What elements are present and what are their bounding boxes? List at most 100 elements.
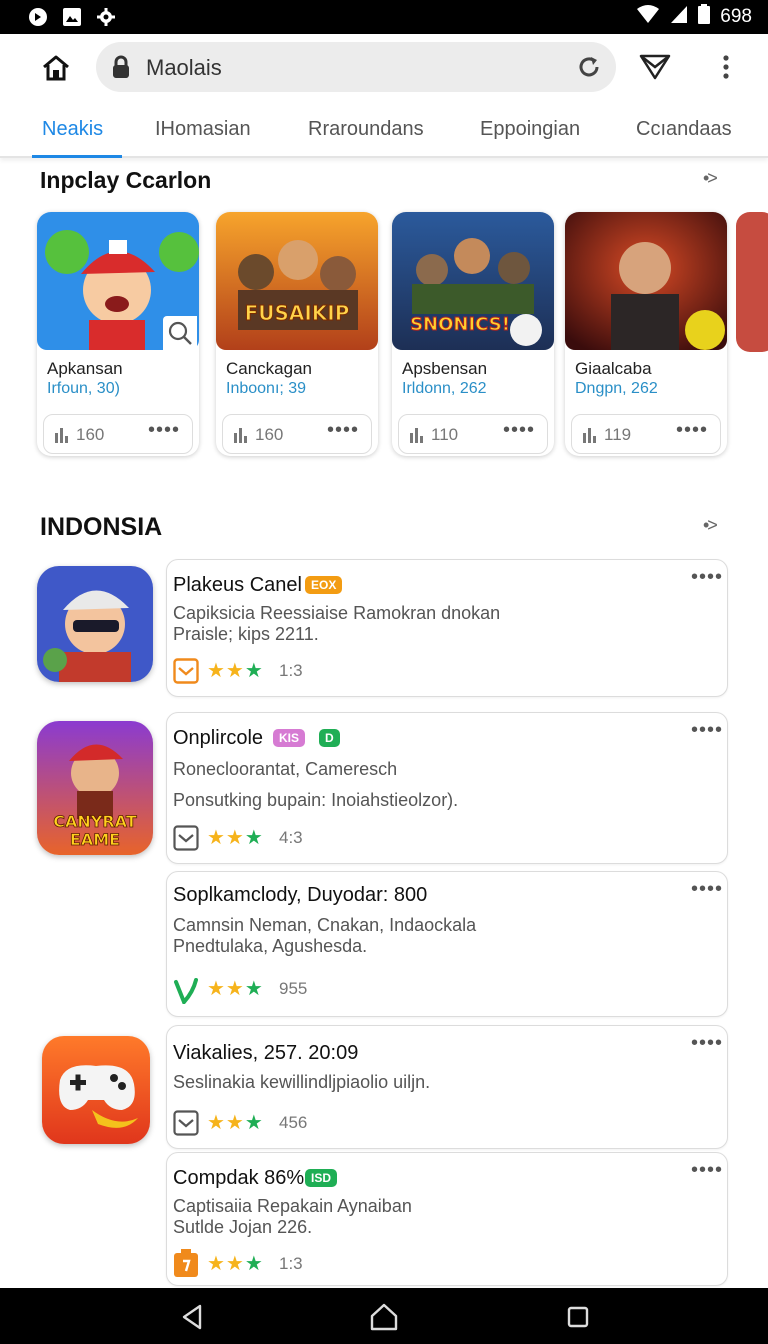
rating-stars: ★★★	[207, 1112, 264, 1134]
game-card-title: Apsbensan	[402, 359, 488, 378]
game-card[interactable]: FUSAIKIP Canckagan Inboonı; 39 160 ••••	[216, 212, 378, 456]
list-item-desc: Ronecloorantat, Cameresch	[173, 759, 398, 779]
wifi-icon	[636, 4, 660, 30]
game-card-stat-value: 119	[604, 425, 632, 444]
list-item[interactable]: Onplircole KIS D •••• Ronecloorantat, Ca…	[166, 712, 728, 864]
game-card-subtitle: Dngpn, 262	[575, 380, 658, 397]
rating-value: 955	[279, 979, 308, 998]
vine-icon[interactable]	[173, 976, 199, 1006]
list-item[interactable]: Compdak 86% ISD •••• Captisaiia Repakain…	[166, 1152, 728, 1286]
rating-value: 1:3	[279, 661, 303, 680]
more-dots-icon[interactable]: ••••	[327, 419, 359, 442]
section-title-featured: Inpclay Ccarlon	[40, 167, 212, 193]
stats-bars-icon	[55, 427, 69, 443]
stats-bars-icon	[234, 427, 248, 443]
list-item[interactable]: Viakalies, 257. 20:09 •••• Seslinakia ke…	[166, 1025, 728, 1149]
address-bar[interactable]: Maolais	[96, 42, 616, 92]
home-nav-icon[interactable]	[369, 1302, 399, 1332]
list-item-title: Compdak 86%	[173, 1167, 305, 1189]
rating-stars: ★★★	[207, 660, 264, 682]
tab-rraroundans[interactable]: Rraroundans	[308, 118, 424, 141]
reload-icon[interactable]	[576, 54, 602, 80]
section-more-arrow[interactable]: •>	[703, 515, 718, 536]
app-icon-text: CANYRAT	[53, 812, 137, 831]
tag-icon[interactable]	[173, 1249, 199, 1277]
game-card-title: Giaalcaba	[575, 359, 652, 378]
settings-icon	[96, 7, 116, 27]
rating-stars: ★★★	[207, 827, 264, 849]
tab-neakis[interactable]: Neakis	[42, 118, 103, 141]
signal-icon	[670, 4, 688, 30]
game-card-subtitle: Irfoun, 30)	[47, 380, 120, 397]
notification-icon	[28, 7, 48, 27]
stats-bars-icon	[410, 427, 424, 443]
more-dots-icon[interactable]: ••••	[148, 419, 180, 442]
list-item-title: Viakalies, 257. 20:09	[173, 1042, 359, 1064]
more-dots-icon[interactable]: ••••	[676, 419, 708, 442]
more-dots-icon[interactable]: ••••	[691, 566, 723, 589]
game-card-partial[interactable]	[736, 212, 768, 352]
game-thumbnail	[565, 212, 727, 350]
lock-icon	[110, 55, 132, 79]
stats-bars-icon	[583, 427, 597, 443]
gamepad-app-icon[interactable]	[42, 1036, 150, 1144]
list-item-desc: Capiksicia Reessiaise Ramokran dnokan	[173, 603, 501, 623]
list-item-badge: ISD	[305, 1169, 338, 1187]
list-item[interactable]: Soplkamclody, Duyodar: 800 •••• Camnsin …	[166, 871, 728, 1017]
list-item-title: Plakeus Canel	[173, 574, 302, 596]
rating-value: 456	[279, 1113, 308, 1132]
checkbox-icon[interactable]	[173, 1110, 199, 1136]
game-card-stats: 160 ••••	[43, 414, 193, 454]
game-card-subtitle: Irldonn, 262	[402, 380, 487, 397]
section-more-arrow[interactable]: •>	[703, 168, 718, 189]
more-dots-icon[interactable]: ••••	[691, 1159, 723, 1182]
tab-ccandaas[interactable]: Ccıandaas	[636, 118, 732, 141]
list-item-desc: Pnedtulaka, Agushesda.	[173, 936, 368, 956]
rating-value: 4:3	[279, 828, 303, 847]
home-icon[interactable]	[40, 52, 72, 84]
system-nav-bar	[0, 1288, 768, 1344]
battery-icon	[698, 4, 711, 30]
game-card[interactable]: Apkansan Irfoun, 30) 160 ••••	[37, 212, 199, 456]
zoom-icon[interactable]	[163, 316, 197, 350]
checkbox-icon[interactable]	[173, 658, 199, 684]
game-card-title: Apkansan	[47, 359, 123, 378]
list-item-title: Soplkamclody, Duyodar: 800	[173, 884, 428, 906]
game-card[interactable]: SNONICS! Apsbensan Irldonn, 262 110 ••••	[392, 212, 554, 456]
rating-stars: ★★★	[207, 978, 264, 1000]
list-item-desc: Ponsutking bupain: Inoiahstieolzor).	[173, 790, 459, 810]
tab-eppoingian[interactable]: Eppoingian	[480, 118, 580, 141]
app-icon[interactable]	[37, 566, 153, 682]
more-dots-icon[interactable]: ••••	[691, 1032, 723, 1055]
active-tab-indicator	[32, 155, 122, 158]
rating-value: 1:3	[279, 1254, 303, 1273]
list-item[interactable]: Plakeus Canel EOX •••• Capiksicia Reessi…	[166, 559, 728, 697]
rating-stars: ★★★	[207, 1253, 264, 1275]
more-dots-icon[interactable]: ••••	[503, 419, 535, 442]
recents-icon[interactable]	[563, 1302, 593, 1332]
status-time: 698	[720, 6, 752, 27]
game-card[interactable]: Giaalcaba Dngpn, 262 119 ••••	[565, 212, 727, 456]
game-card-title: Canckagan	[226, 359, 313, 378]
tab-ihomasian[interactable]: IHomasian	[155, 118, 251, 141]
list-item-badge: KIS	[273, 729, 306, 747]
list-item-desc: Camnsin Neman, Cnakan, Indaockala	[173, 915, 477, 935]
send-icon[interactable]	[638, 52, 672, 82]
more-dots-icon[interactable]: ••••	[691, 719, 723, 742]
list-item-title: Onplircole	[173, 727, 264, 749]
address-text: Maolais	[146, 55, 222, 80]
game-thumbnail: SNONICS!	[392, 212, 554, 350]
game-card-stats: 119 ••••	[571, 414, 721, 454]
list-item-badge: D	[319, 729, 340, 747]
back-icon[interactable]	[178, 1302, 208, 1332]
more-dots-icon[interactable]: ••••	[691, 878, 723, 901]
browser-toolbar: Maolais	[0, 34, 768, 100]
game-card-stats: 160 ••••	[222, 414, 372, 454]
more-vert-icon[interactable]	[716, 52, 736, 82]
list-item-desc: Seslinakia kewillindljpiaolio uiljn.	[173, 1072, 431, 1092]
app-icon[interactable]: CANYRAT EAME	[37, 721, 153, 855]
list-item-desc: Sutlde Jojan 226.	[173, 1217, 313, 1237]
game-card-stat-value: 110	[431, 425, 459, 444]
list-item-badge: EOX	[305, 576, 343, 594]
checkbox-icon[interactable]	[173, 825, 199, 851]
